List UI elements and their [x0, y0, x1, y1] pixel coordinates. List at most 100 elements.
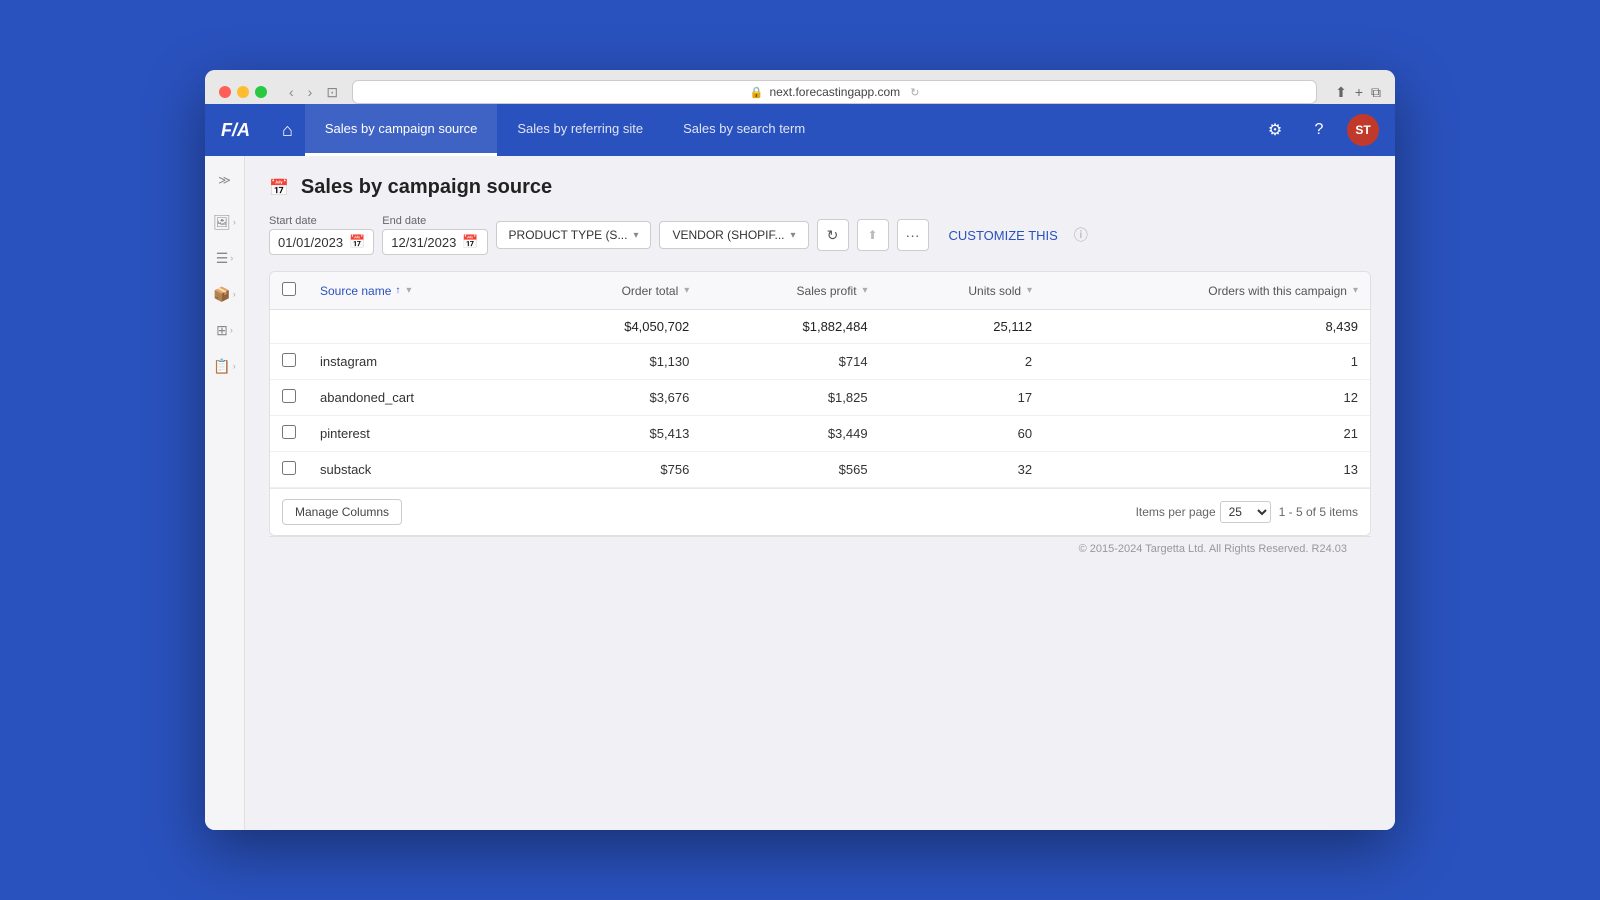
- lock-icon: 🔒: [750, 86, 764, 99]
- end-date-input[interactable]: 12/31/2023 📅: [382, 229, 487, 255]
- col-header-orders-with-campaign[interactable]: Orders with this campaign ▾: [1044, 272, 1370, 310]
- sales-table: Source name ↑ ▾ Order total ▾: [270, 272, 1370, 488]
- sidebar-icon-4: ⊞: [216, 322, 228, 339]
- select-all-checkbox[interactable]: [282, 282, 296, 296]
- sidebar-toggle-button[interactable]: ⊡: [322, 82, 342, 103]
- sidebar-icon-5: 📋: [213, 358, 230, 375]
- tabs-button[interactable]: ⧉: [1371, 84, 1381, 101]
- row1-orders-campaign: 1: [1044, 344, 1370, 380]
- row2-sales-profit: $1,825: [701, 380, 879, 416]
- row2-order-total: $3,676: [529, 380, 701, 416]
- sidebar-icon-3: 📦: [213, 286, 230, 303]
- sort-asc-icon: ↑: [395, 285, 400, 296]
- close-button[interactable]: [219, 86, 231, 98]
- forward-button[interactable]: ›: [304, 82, 317, 103]
- order-total-filter-icon: ▾: [684, 285, 689, 296]
- row2-orders-campaign: 12: [1044, 380, 1370, 416]
- vendor-filter[interactable]: VENDOR (SHOPIF... ▾: [659, 221, 808, 249]
- row2-units-sold: 17: [880, 380, 1045, 416]
- end-date-field: End date 12/31/2023 📅: [382, 215, 487, 255]
- browser-actions: ⬆ + ⧉: [1335, 84, 1381, 101]
- totals-orders-campaign: 8,439: [1044, 310, 1370, 344]
- totals-checkbox-cell: [270, 310, 308, 344]
- more-options-button[interactable]: ···: [897, 219, 929, 251]
- row2-source-name: abandoned_cart: [308, 380, 529, 416]
- row4-units-sold: 32: [880, 452, 1045, 488]
- sidebar-nav-item-2[interactable]: ☰ ›: [209, 242, 240, 274]
- filters-row: Start date 01/01/2023 📅 End date 12/31/2…: [269, 215, 1371, 255]
- page-calendar-icon: 📅: [269, 178, 289, 198]
- sidebar-nav-item-1[interactable]: 🖼 ›: [209, 206, 240, 238]
- sidebar-item-3: 📦 ›: [205, 278, 244, 310]
- new-tab-button[interactable]: +: [1355, 84, 1363, 101]
- totals-row: $4,050,702 $1,882,484 25,112 8,439: [270, 310, 1370, 344]
- fullscreen-button[interactable]: [255, 86, 267, 98]
- sidebar-item-4: ⊞ ›: [205, 314, 244, 346]
- product-type-chevron-icon: ▾: [633, 230, 638, 241]
- col-header-sales-profit[interactable]: Sales profit ▾: [701, 272, 879, 310]
- customize-button[interactable]: CUSTOMIZE THIS: [941, 228, 1066, 243]
- date-group: Start date 01/01/2023 📅 End date 12/31/2…: [269, 215, 488, 255]
- settings-button[interactable]: ⚙: [1259, 114, 1291, 146]
- minimize-button[interactable]: [237, 86, 249, 98]
- refresh-icon: ↻: [827, 227, 839, 244]
- sidebar-nav-item-4[interactable]: ⊞ ›: [209, 314, 240, 346]
- manage-columns-button[interactable]: Manage Columns: [282, 499, 402, 525]
- sidebar-item-1: 🖼 ›: [205, 206, 244, 238]
- pagination-text: 1 - 5 of 5 items: [1279, 505, 1358, 519]
- sidebar-collapse-button[interactable]: ≫: [209, 166, 241, 194]
- product-type-filter[interactable]: PRODUCT TYPE (S... ▾: [496, 221, 652, 249]
- help-button[interactable]: ?: [1303, 114, 1335, 146]
- customize-help-icon[interactable]: ⓘ: [1074, 225, 1088, 245]
- items-per-page-select[interactable]: 25 50 100: [1220, 501, 1271, 523]
- main-layout: ≫ 🖼 › ☰ › 📦 ›: [205, 156, 1395, 830]
- sidebar-nav-item-5[interactable]: 📋 ›: [209, 350, 240, 382]
- col-header-order-total[interactable]: Order total ▾: [529, 272, 701, 310]
- back-button[interactable]: ‹: [285, 82, 298, 103]
- row4-orders-campaign: 13: [1044, 452, 1370, 488]
- tab-sales-by-campaign[interactable]: Sales by campaign source: [305, 104, 497, 156]
- start-date-input[interactable]: 01/01/2023 📅: [269, 229, 374, 255]
- row1-checkbox[interactable]: [282, 353, 296, 367]
- share-button[interactable]: ⬆: [1335, 84, 1347, 101]
- totals-order-total: $4,050,702: [529, 310, 701, 344]
- reload-icon[interactable]: ↻: [910, 86, 919, 99]
- row4-checkbox[interactable]: [282, 461, 296, 475]
- totals-source-name: [308, 310, 529, 344]
- end-date-label: End date: [382, 215, 487, 227]
- col-header-source-name[interactable]: Source name ↑ ▾: [308, 272, 529, 310]
- home-button[interactable]: ⌂: [270, 112, 305, 149]
- row3-source-name: pinterest: [308, 416, 529, 452]
- product-type-filter-label: PRODUCT TYPE (S...: [509, 228, 628, 242]
- vendor-filter-label: VENDOR (SHOPIF...: [672, 228, 784, 242]
- export-button[interactable]: ⬆: [857, 219, 889, 251]
- orders-campaign-filter-icon: ▾: [1353, 285, 1358, 296]
- sidebar-item-2: ☰ ›: [205, 242, 244, 274]
- page-header: 📅 Sales by campaign source: [269, 176, 1371, 199]
- address-bar[interactable]: 🔒 next.forecastingapp.com ↻: [352, 80, 1317, 104]
- app-logo: F/A: [221, 120, 250, 141]
- sidebar-item-5: 📋 ›: [205, 350, 244, 382]
- refresh-button[interactable]: ↻: [817, 219, 849, 251]
- row1-sales-profit: $714: [701, 344, 879, 380]
- nav-tabs: Sales by campaign source Sales by referr…: [305, 104, 825, 156]
- avatar[interactable]: ST: [1347, 114, 1379, 146]
- row3-checkbox-cell: [270, 416, 308, 452]
- pagination-info: Items per page 25 50 100 1 - 5 of 5 item…: [1136, 501, 1358, 523]
- row1-order-total: $1,130: [529, 344, 701, 380]
- customize-label: CUSTOMIZE THIS: [949, 228, 1058, 243]
- top-nav: F/A ⌂ Sales by campaign source Sales by …: [205, 104, 1395, 156]
- sidebar-nav-item-3[interactable]: 📦 ›: [209, 278, 240, 310]
- tab-sales-by-referring[interactable]: Sales by referring site: [497, 104, 663, 156]
- row1-source-name: instagram: [308, 344, 529, 380]
- units-sold-filter-icon: ▾: [1027, 285, 1032, 296]
- export-icon: ⬆: [868, 228, 878, 242]
- sidebar-expand-arrow-1: ›: [233, 217, 236, 227]
- table-row: substack $756 $565 32 13: [270, 452, 1370, 488]
- row3-checkbox[interactable]: [282, 425, 296, 439]
- row2-checkbox[interactable]: [282, 389, 296, 403]
- col-header-units-sold[interactable]: Units sold ▾: [880, 272, 1045, 310]
- start-date-calendar-icon: 📅: [349, 234, 365, 250]
- tab-sales-by-search[interactable]: Sales by search term: [663, 104, 825, 156]
- more-icon: ···: [906, 227, 920, 243]
